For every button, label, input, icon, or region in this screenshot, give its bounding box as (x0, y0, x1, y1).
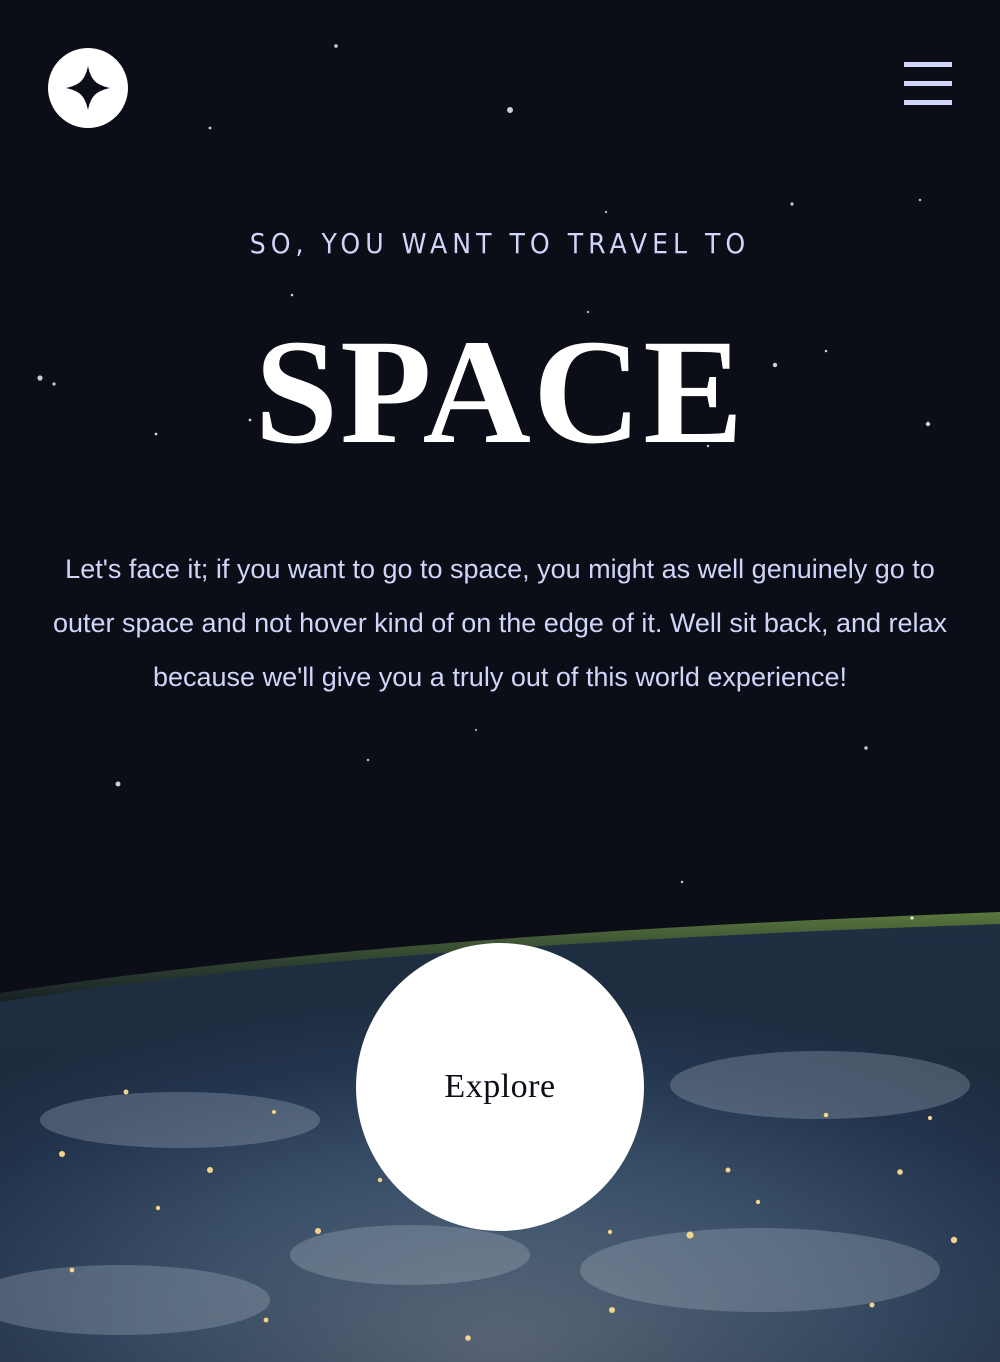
explore-button[interactable]: Explore (356, 943, 644, 1231)
hamburger-menu-icon[interactable] (904, 62, 952, 106)
hero-eyebrow: SO, YOU WANT TO TRAVEL TO (249, 227, 751, 260)
hero-description: Let's face it; if you want to go to spac… (52, 554, 948, 692)
star-logo-icon (48, 48, 128, 128)
logo-icon[interactable] (48, 48, 128, 128)
menu-line-middle (904, 81, 952, 86)
menu-line-top (904, 62, 952, 67)
menu-line-bottom (904, 100, 952, 105)
hero-title: SPACE (254, 309, 746, 475)
